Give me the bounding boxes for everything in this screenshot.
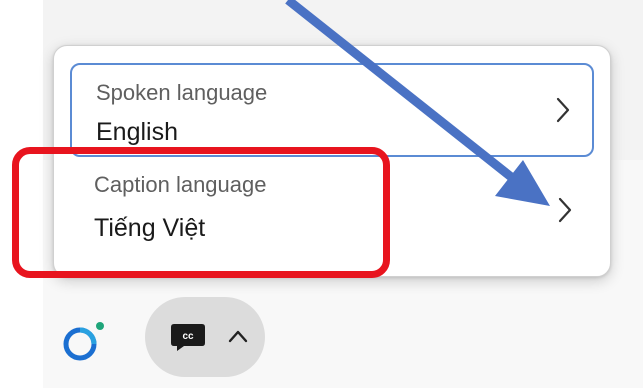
caret-up-icon[interactable] bbox=[227, 327, 249, 345]
caption-language-item[interactable]: Caption language Tiếng Việt bbox=[70, 158, 594, 268]
caption-settings-flyout: Spoken language English Caption language… bbox=[53, 45, 611, 277]
live-captions-button[interactable]: cc bbox=[145, 297, 265, 377]
copilot-icon[interactable] bbox=[60, 318, 106, 364]
closed-captions-icon: cc bbox=[171, 324, 205, 351]
caption-language-value: Tiếng Việt bbox=[94, 214, 206, 242]
svg-text:cc: cc bbox=[182, 331, 194, 342]
spoken-language-value: English bbox=[96, 118, 178, 146]
spoken-language-item[interactable]: Spoken language English bbox=[70, 63, 594, 157]
spoken-language-label: Spoken language bbox=[96, 80, 268, 105]
caption-language-label: Caption language bbox=[94, 172, 267, 197]
chevron-right-icon bbox=[556, 97, 570, 123]
chevron-right-icon bbox=[558, 197, 572, 223]
